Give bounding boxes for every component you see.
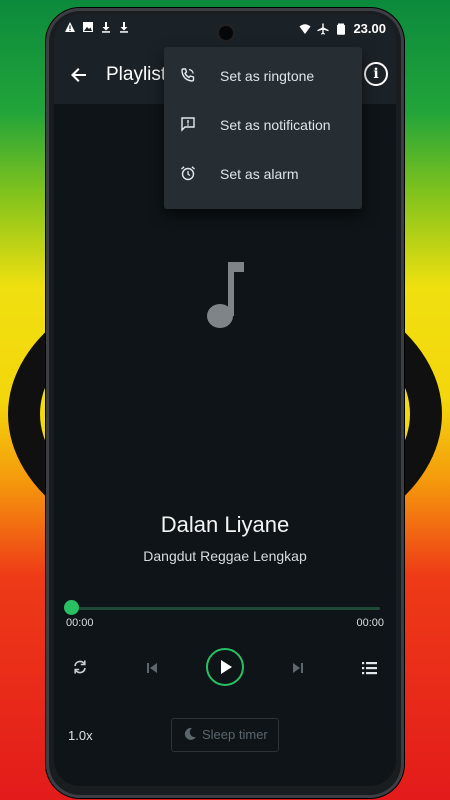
sleep-timer-label: Sleep timer bbox=[202, 727, 268, 742]
phone-ring-icon bbox=[181, 68, 195, 82]
wifi-icon bbox=[299, 23, 311, 34]
phone-screen: 23.00 Playlist ( i Set as ringtone Set a… bbox=[54, 14, 396, 786]
queue-list-icon[interactable] bbox=[362, 661, 377, 675]
menu-item-set-alarm[interactable]: Set as alarm bbox=[164, 151, 362, 200]
sleep-timer-button[interactable]: Sleep timer bbox=[171, 718, 279, 752]
playback-speed-button[interactable]: 1.0x bbox=[68, 728, 93, 743]
seek-bar[interactable] bbox=[70, 607, 380, 610]
download-icon bbox=[102, 22, 110, 33]
status-bar: 23.00 bbox=[54, 14, 396, 46]
menu-item-set-notification[interactable]: Set as notification bbox=[164, 102, 362, 151]
repeat-icon[interactable] bbox=[72, 659, 88, 675]
total-time: 00:00 bbox=[356, 617, 384, 629]
menu-item-label: Set as alarm bbox=[220, 166, 299, 182]
alarm-icon bbox=[181, 166, 195, 181]
music-note-icon bbox=[207, 262, 244, 328]
image-icon bbox=[83, 22, 93, 32]
skip-next-icon[interactable] bbox=[292, 662, 304, 674]
battery-icon bbox=[337, 23, 346, 35]
play-icon bbox=[221, 660, 232, 674]
skip-previous-icon[interactable] bbox=[146, 662, 158, 674]
arrow-back-icon[interactable] bbox=[64, 60, 94, 90]
notification-icon bbox=[181, 117, 195, 132]
song-title: Dalan Liyane bbox=[160, 512, 290, 537]
menu-item-set-ringtone[interactable]: Set as ringtone bbox=[164, 53, 362, 102]
airplane-icon bbox=[317, 23, 329, 35]
warning-icon bbox=[65, 22, 75, 32]
info-icon[interactable]: i bbox=[364, 62, 388, 86]
moon-icon bbox=[184, 727, 196, 740]
overflow-menu: Set as ringtone Set as notification Set … bbox=[164, 47, 362, 209]
play-button[interactable] bbox=[206, 648, 244, 686]
front-camera bbox=[217, 24, 235, 42]
seek-thumb[interactable] bbox=[64, 600, 79, 615]
elapsed-time: 00:00 bbox=[66, 617, 94, 629]
song-artist: Dangdut Reggae Lengkap bbox=[143, 548, 307, 564]
menu-item-label: Set as notification bbox=[220, 117, 331, 133]
download-icon bbox=[120, 22, 128, 33]
menu-item-label: Set as ringtone bbox=[220, 68, 315, 84]
clock: 23.00 bbox=[353, 21, 386, 36]
